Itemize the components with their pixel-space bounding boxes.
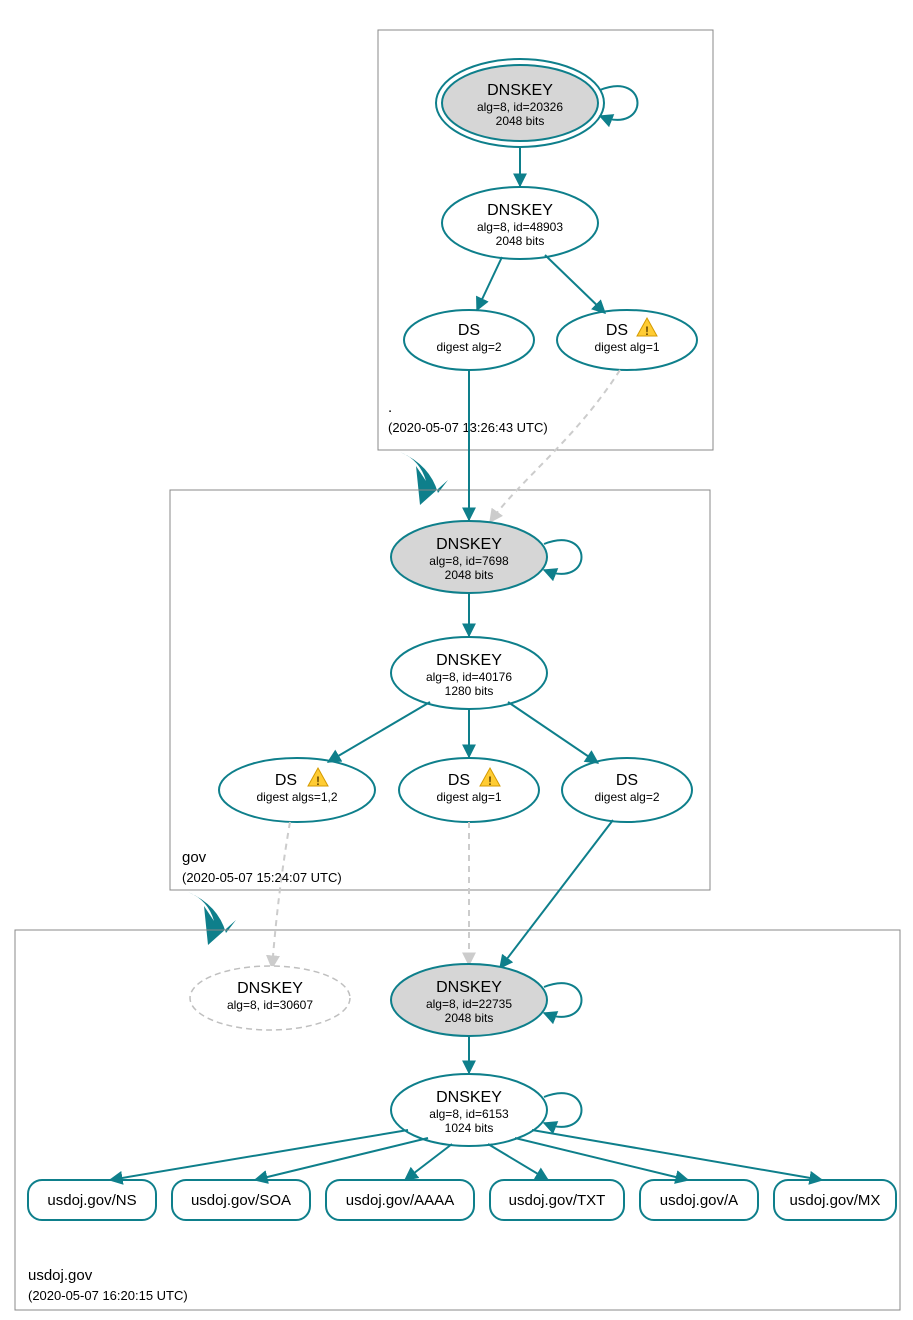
svg-text:DNSKEY: DNSKEY xyxy=(436,1089,502,1106)
svg-text:digest alg=1: digest alg=1 xyxy=(594,340,659,354)
svg-text:alg=8, id=6153: alg=8, id=6153 xyxy=(429,1107,509,1121)
svg-text:alg=8, id=48903: alg=8, id=48903 xyxy=(477,220,563,234)
zone-usdoj-label: usdoj.gov xyxy=(28,1267,93,1284)
edge-gov-ksk-self xyxy=(544,540,582,574)
edge-gov-zsk-ds2 xyxy=(508,702,598,763)
edge-zsk-txt xyxy=(488,1144,548,1180)
rrset-txt[interactable]: usdoj.gov/TXT xyxy=(490,1180,624,1220)
svg-text:DS: DS xyxy=(606,322,628,339)
svg-text:usdoj.gov/SOA: usdoj.gov/SOA xyxy=(191,1192,291,1209)
svg-text:DS: DS xyxy=(616,772,638,789)
svg-text:2048 bits: 2048 bits xyxy=(445,1011,494,1025)
svg-text:!: ! xyxy=(316,774,320,788)
node-usdoj-ksk[interactable]: DNSKEY alg=8, id=22735 2048 bits xyxy=(391,964,547,1036)
node-gov-ds12[interactable]: DS digest algs=1,2 ! xyxy=(219,758,375,822)
edge-zsk-aaaa xyxy=(405,1144,452,1180)
edge-root-zsk-ds2 xyxy=(477,257,502,310)
rrset-soa[interactable]: usdoj.gov/SOA xyxy=(172,1180,310,1220)
svg-text:alg=8, id=7698: alg=8, id=7698 xyxy=(429,554,509,568)
svg-text:!: ! xyxy=(645,324,649,338)
rrset-mx[interactable]: usdoj.gov/MX xyxy=(774,1180,896,1220)
svg-text:DS: DS xyxy=(458,322,480,339)
node-root-ksk[interactable]: DNSKEY alg=8, id=20326 2048 bits xyxy=(436,59,604,147)
rrset-ns[interactable]: usdoj.gov/NS xyxy=(28,1180,156,1220)
svg-text:DNSKEY: DNSKEY xyxy=(436,979,502,996)
svg-text:usdoj.gov/NS: usdoj.gov/NS xyxy=(47,1192,136,1209)
zone-gov-label: gov xyxy=(182,849,207,866)
svg-text:usdoj.gov/MX: usdoj.gov/MX xyxy=(790,1192,881,1209)
svg-text:DNSKEY: DNSKEY xyxy=(487,82,553,99)
svg-text:digest algs=1,2: digest algs=1,2 xyxy=(256,790,337,804)
svg-text:usdoj.gov/TXT: usdoj.gov/TXT xyxy=(509,1192,606,1209)
node-usdoj-zsk[interactable]: DNSKEY alg=8, id=6153 1024 bits xyxy=(391,1074,547,1146)
svg-text:alg=8, id=20326: alg=8, id=20326 xyxy=(477,100,563,114)
svg-text:digest alg=2: digest alg=2 xyxy=(594,790,659,804)
svg-text:1024 bits: 1024 bits xyxy=(445,1121,494,1135)
svg-text:DNSKEY: DNSKEY xyxy=(237,980,303,997)
svg-text:DNSKEY: DNSKEY xyxy=(487,202,553,219)
zone-arrow-gov-usdoj xyxy=(188,892,236,945)
rrset-a[interactable]: usdoj.gov/A xyxy=(640,1180,758,1220)
node-gov-ds2[interactable]: DS digest alg=2 xyxy=(562,758,692,822)
rrset-aaaa[interactable]: usdoj.gov/AAAA xyxy=(326,1180,474,1220)
svg-text:alg=8, id=40176: alg=8, id=40176 xyxy=(426,670,512,684)
svg-text:2048 bits: 2048 bits xyxy=(445,568,494,582)
svg-text:alg=8, id=22735: alg=8, id=22735 xyxy=(426,997,512,1011)
svg-text:DNSKEY: DNSKEY xyxy=(436,652,502,669)
svg-text:usdoj.gov/AAAA: usdoj.gov/AAAA xyxy=(346,1192,454,1209)
edge-gov-zsk-ds12 xyxy=(328,702,430,762)
zone-root-label: . xyxy=(388,399,392,416)
edge-gov-ds12-ghost xyxy=(272,822,290,968)
edge-usdoj-zsk-self xyxy=(544,1093,582,1127)
edge-root-ds1-gov-ksk xyxy=(490,370,620,522)
svg-text:digest alg=2: digest alg=2 xyxy=(436,340,501,354)
edge-usdoj-ksk-self xyxy=(544,983,582,1017)
svg-text:(2020-05-07 15:24:07 UTC): (2020-05-07 15:24:07 UTC) xyxy=(182,870,342,885)
svg-text:DS: DS xyxy=(275,772,297,789)
node-gov-ksk[interactable]: DNSKEY alg=8, id=7698 2048 bits xyxy=(391,521,547,593)
svg-text:2048 bits: 2048 bits xyxy=(496,234,545,248)
edge-root-ksk-self xyxy=(600,86,638,120)
node-usdoj-ghost[interactable]: DNSKEY alg=8, id=30607 xyxy=(190,966,350,1030)
svg-text:1280 bits: 1280 bits xyxy=(445,684,494,698)
node-gov-zsk[interactable]: DNSKEY alg=8, id=40176 1280 bits xyxy=(391,637,547,709)
zone-root-timestamp: (2020-05-07 13:26:43 UTC) xyxy=(388,420,548,435)
edge-zsk-mx xyxy=(532,1130,822,1180)
node-root-zsk[interactable]: DNSKEY alg=8, id=48903 2048 bits xyxy=(442,187,598,259)
svg-text:alg=8, id=30607: alg=8, id=30607 xyxy=(227,998,313,1012)
node-gov-ds1[interactable]: DS digest alg=1 ! xyxy=(399,758,539,822)
svg-text:(2020-05-07 16:20:15 UTC): (2020-05-07 16:20:15 UTC) xyxy=(28,1288,188,1303)
svg-text:usdoj.gov/A: usdoj.gov/A xyxy=(660,1192,738,1209)
svg-text:digest alg=1: digest alg=1 xyxy=(436,790,501,804)
edge-zsk-ns xyxy=(110,1130,408,1180)
edge-zsk-soa xyxy=(255,1138,428,1180)
edge-zsk-a xyxy=(515,1138,688,1180)
node-root-ds2[interactable]: DS digest alg=2 xyxy=(404,310,534,370)
edge-root-zsk-ds1 xyxy=(545,255,605,313)
dnssec-graph: . (2020-05-07 13:26:43 UTC) DNSKEY alg=8… xyxy=(0,0,913,1320)
svg-text:2048 bits: 2048 bits xyxy=(496,114,545,128)
svg-text:DNSKEY: DNSKEY xyxy=(436,536,502,553)
edge-gov-ds2-usdoj-ksk xyxy=(500,820,613,968)
zone-arrow-root-gov xyxy=(400,452,448,505)
svg-text:DS: DS xyxy=(448,772,470,789)
node-root-ds1[interactable]: DS digest alg=1 ! xyxy=(557,310,697,370)
svg-text:!: ! xyxy=(488,774,492,788)
